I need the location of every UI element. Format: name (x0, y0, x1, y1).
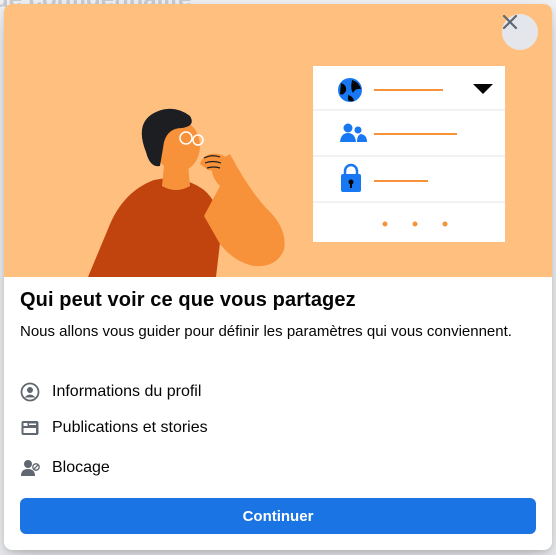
dialog-subtitle: Nous allons vous guider pour définir les… (20, 323, 512, 340)
list-item-label: Informations du profil (52, 383, 202, 400)
hero-illustration (4, 4, 552, 277)
globe-icon (338, 78, 362, 102)
continue-button[interactable]: Continuer (20, 498, 536, 534)
privacy-checkup-dialog: Qui peut voir ce que vous partagez Nous … (4, 4, 552, 550)
person-illustration (88, 108, 285, 277)
list-item-publications: Publications et stories (20, 416, 420, 440)
close-button[interactable] (502, 14, 538, 50)
privacy-illustration (88, 66, 505, 277)
close-icon (502, 14, 518, 30)
list-item-blocking: Blocage (20, 456, 420, 480)
blocking-icon (20, 458, 40, 478)
list-item-profile-info: Informations du profil (20, 380, 420, 404)
list-item-label: Publications et stories (52, 419, 208, 436)
publications-icon (20, 418, 40, 438)
profile-icon (20, 382, 40, 402)
dialog-title: Qui peut voir ce que vous partagez (20, 289, 356, 311)
list-item-label: Blocage (52, 459, 110, 476)
